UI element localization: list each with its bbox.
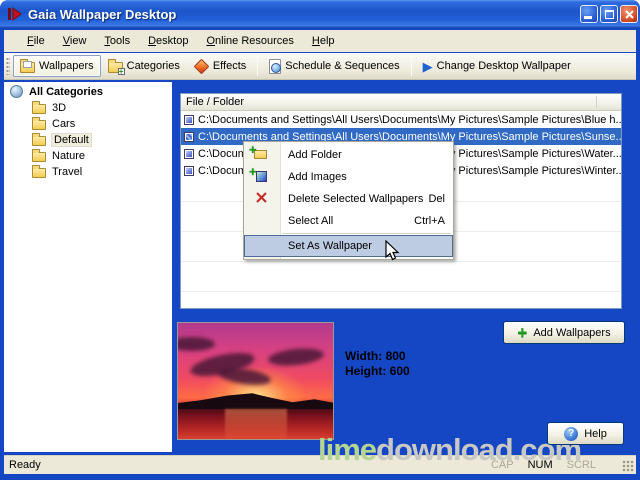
- toolbar-wallpapers-button[interactable]: Wallpapers: [13, 55, 101, 77]
- schedule-clock-icon: [269, 58, 282, 74]
- height-label: Height:: [345, 364, 387, 378]
- toolbar-effects-label: Effects: [212, 60, 247, 72]
- width-label: Width:: [345, 349, 383, 363]
- width-value: 800: [385, 349, 406, 363]
- menu-view[interactable]: View: [54, 32, 96, 50]
- preview-water: [178, 408, 333, 439]
- preview-height: Height: 600: [345, 364, 410, 378]
- delete-x-icon: [252, 191, 270, 207]
- tree-item-nature[interactable]: Nature: [4, 148, 172, 164]
- context-add-images[interactable]: + Add Images: [244, 165, 453, 188]
- image-file-icon: [184, 131, 194, 142]
- menu-file[interactable]: File: [18, 32, 54, 50]
- maximize-icon: [604, 9, 614, 19]
- help-label: Help: [584, 427, 607, 440]
- tree-root-all-categories[interactable]: All Categories: [4, 82, 172, 100]
- minimize-icon: [584, 16, 592, 19]
- image-file-icon: [184, 165, 194, 176]
- menu-online-resources[interactable]: Online Resources: [197, 32, 302, 50]
- app-icon: [8, 7, 22, 21]
- image-file-icon: [184, 148, 194, 159]
- toolbar-change-wallpaper-button[interactable]: ▶ Change Desktop Wallpaper: [416, 55, 578, 77]
- wallpapers-folder-icon: [20, 59, 35, 73]
- context-item-label: Add Folder: [288, 149, 342, 161]
- folder-icon: [32, 132, 46, 146]
- play-triangle-icon: ▶: [422, 58, 433, 74]
- toolbar-change-wallpaper-label: Change Desktop Wallpaper: [436, 60, 571, 72]
- tree-item-cars[interactable]: Cars: [4, 116, 172, 132]
- context-delete-selected[interactable]: Delete Selected Wallpapers Del: [244, 188, 453, 210]
- toolbar-categories-button[interactable]: + Categories: [101, 55, 187, 77]
- tree-item-label: 3D: [52, 102, 67, 114]
- folder-icon: [32, 164, 46, 178]
- column-header-file-folder[interactable]: File / Folder: [181, 94, 621, 111]
- toolbar: Wallpapers + Categories Effects Schedule…: [4, 53, 636, 80]
- height-value: 600: [389, 364, 410, 378]
- context-add-folder[interactable]: + Add Folder: [244, 143, 453, 166]
- context-menu-separator: [282, 233, 451, 234]
- add-wallpapers-button[interactable]: + Add Wallpapers: [503, 321, 625, 344]
- tree-item-travel[interactable]: Travel: [4, 164, 172, 180]
- menu-help[interactable]: Help: [303, 32, 344, 50]
- tree-item-3d[interactable]: 3D: [4, 100, 172, 116]
- window-title: Gaia Wallpaper Desktop: [28, 6, 177, 22]
- add-folder-icon: +: [249, 143, 270, 163]
- menu-bar: File View Tools Desktop Online Resources…: [4, 30, 636, 52]
- context-item-shortcut: Ctrl+A: [414, 215, 445, 227]
- category-tree: All Categories 3D Cars Default Nature Tr…: [4, 82, 172, 452]
- menu-desktop[interactable]: Desktop: [139, 32, 197, 50]
- toolbar-schedule-button[interactable]: Schedule & Sequences: [262, 55, 406, 77]
- toolbar-categories-label: Categories: [126, 60, 180, 72]
- folder-icon: [32, 100, 46, 114]
- context-item-label: Select All: [288, 215, 334, 227]
- menu-tools[interactable]: Tools: [95, 32, 139, 50]
- context-item-label: Add Images: [288, 171, 347, 183]
- toolbar-schedule-label: Schedule & Sequences: [285, 60, 400, 72]
- tree-item-label: Nature: [52, 150, 86, 162]
- close-button[interactable]: [620, 5, 638, 23]
- wallpaper-preview-image: [177, 322, 334, 440]
- tree-item-label: Default: [51, 133, 92, 147]
- maximize-button[interactable]: [600, 5, 618, 23]
- watermark-prefix: lime: [318, 432, 377, 467]
- tree-item-label: Cars: [52, 118, 76, 130]
- context-item-label: Delete Selected Wallpapers: [288, 193, 424, 205]
- folder-icon: [32, 116, 46, 130]
- tree-root-label: All Categories: [29, 85, 103, 98]
- plus-icon: +: [517, 323, 528, 342]
- tree-item-default[interactable]: Default: [4, 132, 172, 148]
- effects-diamond-icon: [193, 58, 210, 74]
- context-set-as-wallpaper[interactable]: Set As Wallpaper: [244, 235, 453, 257]
- title-bar[interactable]: Gaia Wallpaper Desktop: [0, 0, 640, 28]
- toolbar-wallpapers-label: Wallpapers: [39, 60, 94, 72]
- close-icon: [624, 9, 634, 19]
- mouse-cursor-icon: [385, 240, 400, 261]
- file-row[interactable]: C:\Documents and Settings\All Users\Docu…: [181, 111, 621, 128]
- categories-folder-plus-icon: +: [107, 59, 125, 76]
- help-button[interactable]: ? Help: [547, 422, 624, 445]
- toolbar-effects-button[interactable]: Effects: [187, 55, 253, 77]
- globe-icon: [10, 85, 23, 98]
- add-wallpapers-label: Add Wallpapers: [533, 326, 611, 339]
- context-menu: + Add Folder + Add Images Delete Selecte…: [243, 141, 454, 260]
- app-window: Gaia Wallpaper Desktop File View Tools D…: [0, 0, 640, 480]
- help-question-icon: ?: [564, 426, 579, 441]
- tree-item-label: Travel: [52, 166, 83, 178]
- image-file-icon: [184, 114, 194, 125]
- add-images-icon: +: [249, 165, 270, 185]
- status-message: Ready: [9, 459, 41, 471]
- minimize-button[interactable]: [580, 5, 598, 23]
- toolbar-separator: [410, 56, 412, 76]
- resize-grip[interactable]: [622, 460, 634, 472]
- toolbar-grip[interactable]: [6, 57, 10, 75]
- folder-icon: [32, 148, 46, 162]
- context-item-shortcut: Del: [428, 193, 445, 205]
- toolbar-separator: [257, 56, 259, 76]
- watermark: limedownload.com: [318, 432, 582, 468]
- context-select-all[interactable]: Select All Ctrl+A: [244, 210, 453, 232]
- context-item-label: Set As Wallpaper: [288, 240, 372, 252]
- preview-width: Width: 800: [345, 349, 406, 363]
- file-path: C:\Documents and Settings\All Users\Docu…: [198, 113, 622, 126]
